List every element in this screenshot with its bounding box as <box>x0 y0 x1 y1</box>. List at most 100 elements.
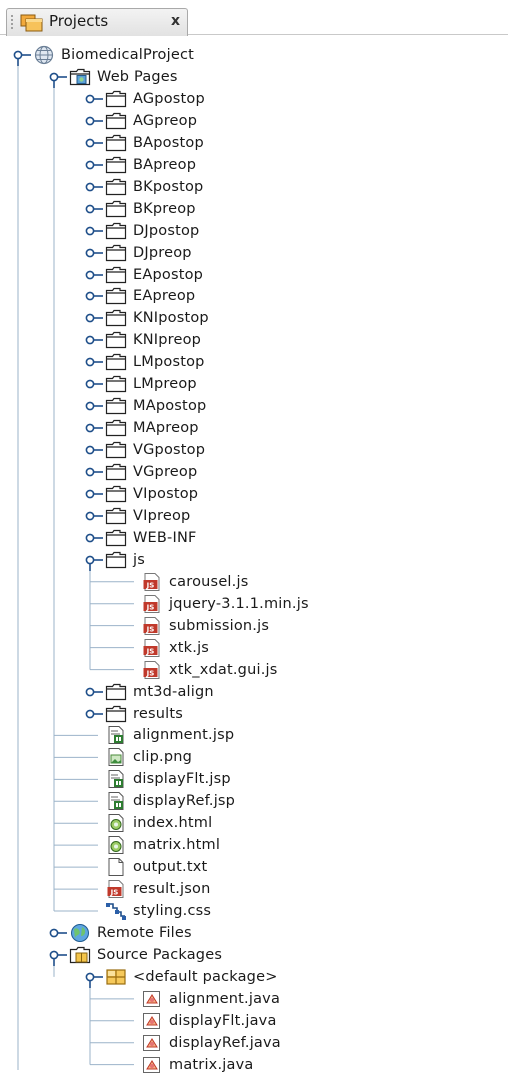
tab-projects[interactable]: Projects x <box>6 8 188 36</box>
tree-node-label: alignment.jsp <box>133 727 235 744</box>
tree-node[interactable]: JS jquery-3.1.1.min.js <box>113 593 508 615</box>
tree-node[interactable]: BApostop <box>77 132 508 154</box>
drag-grip-icon[interactable] <box>10 14 14 30</box>
tree-node[interactable]: clip.png <box>77 746 508 768</box>
folder-icon <box>105 352 127 372</box>
tree-collapsed-toggle-icon[interactable] <box>77 198 103 220</box>
tree-node-label: AGpostop <box>133 90 205 107</box>
tree-node-label: BiomedicalProject <box>61 47 195 63</box>
tree-collapsed-toggle-icon[interactable] <box>77 527 103 549</box>
jsp-file-icon <box>105 725 127 745</box>
tree-node[interactable]: AGpreop <box>77 110 508 132</box>
tree-node-label: jquery-3.1.1.min.js <box>169 595 309 612</box>
tree-node[interactable]: KNIpreop <box>77 329 508 351</box>
tree-expanded-toggle-icon[interactable] <box>41 944 67 966</box>
tree-node[interactable]: Web Pages <box>41 66 508 88</box>
tree-node-label: AGpreop <box>133 112 198 129</box>
tree-node[interactable]: JS submission.js <box>113 615 508 637</box>
tree-collapsed-toggle-icon[interactable] <box>77 329 103 351</box>
js-file-icon: JS <box>141 572 163 592</box>
tree-node[interactable]: BiomedicalProject <box>5 44 508 66</box>
tree-node[interactable]: displayRef.java <box>113 1032 508 1054</box>
tree-node[interactable]: alignment.jsp <box>77 724 508 746</box>
tree-node[interactable]: MApostop <box>77 395 508 417</box>
tree-collapsed-toggle-icon[interactable] <box>77 417 103 439</box>
tree-collapsed-toggle-icon[interactable] <box>77 88 103 110</box>
tree-node-label: alignment.java <box>169 990 281 1007</box>
tree-node[interactable]: AGpostop <box>77 88 508 110</box>
tree-collapsed-toggle-icon[interactable] <box>41 922 67 944</box>
tree-node[interactable]: Remote Files <box>41 922 508 944</box>
tree-node[interactable]: BApreop <box>77 154 508 176</box>
tree-node[interactable]: JS xtk.js <box>113 637 508 659</box>
tree-collapsed-toggle-icon[interactable] <box>77 703 103 725</box>
tree-node[interactable]: JS carousel.js <box>113 571 508 593</box>
tree-node[interactable]: displayFlt.jsp <box>77 768 508 790</box>
tree-collapsed-toggle-icon[interactable] <box>77 395 103 417</box>
tree-expanded-toggle-icon[interactable] <box>41 66 67 88</box>
tree-expanded-toggle-icon[interactable] <box>77 549 103 571</box>
tree-collapsed-toggle-icon[interactable] <box>77 483 103 505</box>
tree-node[interactable]: DJpreop <box>77 242 508 264</box>
tree-collapsed-toggle-icon[interactable] <box>77 220 103 242</box>
tree-node[interactable]: VIpreop <box>77 505 508 527</box>
tree-expanded-toggle-icon[interactable] <box>77 966 103 988</box>
folder-icon <box>105 506 127 526</box>
tree-node[interactable]: VGpreop <box>77 461 508 483</box>
tree-node[interactable]: EApreop <box>77 285 508 307</box>
tree-node[interactable]: EApostop <box>77 264 508 286</box>
tree-node[interactable]: VIpostop <box>77 483 508 505</box>
folder-icon <box>105 550 127 570</box>
tree-collapsed-toggle-icon[interactable] <box>77 681 103 703</box>
tree-node[interactable]: LMpostop <box>77 351 508 373</box>
tree-node[interactable]: alignment.java <box>113 988 508 1010</box>
tree-collapsed-toggle-icon[interactable] <box>77 176 103 198</box>
folder-icon <box>105 265 127 285</box>
tree-node[interactable]: matrix.java <box>113 1054 508 1076</box>
html-file-icon <box>105 813 127 833</box>
tree-node[interactable]: LMpreop <box>77 373 508 395</box>
tree-node[interactable]: BKpreop <box>77 198 508 220</box>
folder-icon <box>105 89 127 109</box>
tree-collapsed-toggle-icon[interactable] <box>77 154 103 176</box>
close-icon[interactable]: x <box>171 13 180 29</box>
tree-node[interactable]: DJpostop <box>77 220 508 242</box>
tree-collapsed-toggle-icon[interactable] <box>77 132 103 154</box>
svg-text:JS: JS <box>146 625 155 633</box>
tree-node[interactable]: VGpostop <box>77 439 508 461</box>
tree-node[interactable]: styling.css <box>77 900 508 922</box>
tree-collapsed-toggle-icon[interactable] <box>77 285 103 307</box>
tree-collapsed-toggle-icon[interactable] <box>77 264 103 286</box>
tree-node[interactable]: displayRef.jsp <box>77 790 508 812</box>
folder-icon <box>105 374 127 394</box>
tree-node[interactable]: index.html <box>77 812 508 834</box>
tree-node[interactable]: displayFlt.java <box>113 1010 508 1032</box>
tree-collapsed-toggle-icon[interactable] <box>77 373 103 395</box>
tree-node[interactable]: JS xtk_xdat.gui.js <box>113 659 508 681</box>
tree-node[interactable]: JS result.json <box>77 878 508 900</box>
tree-collapsed-toggle-icon[interactable] <box>77 242 103 264</box>
tree-collapsed-toggle-icon[interactable] <box>77 505 103 527</box>
tree-node[interactable]: BKpostop <box>77 176 508 198</box>
tree-node[interactable]: WEB-INF <box>77 527 508 549</box>
tree-node[interactable]: <default package> <box>77 966 508 988</box>
tree-expanded-toggle-icon[interactable] <box>5 44 31 66</box>
tree-node[interactable]: results <box>77 703 508 725</box>
tree-node[interactable]: Source Packages <box>41 944 508 966</box>
tree-node[interactable]: mt3d-align <box>77 681 508 703</box>
tree-node-label: displayRef.jsp <box>133 793 236 810</box>
tree-collapsed-toggle-icon[interactable] <box>77 110 103 132</box>
tree-collapsed-toggle-icon[interactable] <box>77 439 103 461</box>
tree-node-label: output.txt <box>133 859 208 876</box>
tree-node[interactable]: matrix.html <box>77 834 508 856</box>
tree-node-label: Web Pages <box>97 68 178 85</box>
tree-node[interactable]: output.txt <box>77 856 508 878</box>
tree-node[interactable]: KNIpostop <box>77 307 508 329</box>
globe-project-icon <box>33 45 55 65</box>
tree-node[interactable]: MApreop <box>77 417 508 439</box>
tree-node-label: BKpreop <box>133 200 196 217</box>
tree-node[interactable]: js <box>77 549 508 571</box>
tree-collapsed-toggle-icon[interactable] <box>77 461 103 483</box>
tree-collapsed-toggle-icon[interactable] <box>77 351 103 373</box>
tree-collapsed-toggle-icon[interactable] <box>77 307 103 329</box>
